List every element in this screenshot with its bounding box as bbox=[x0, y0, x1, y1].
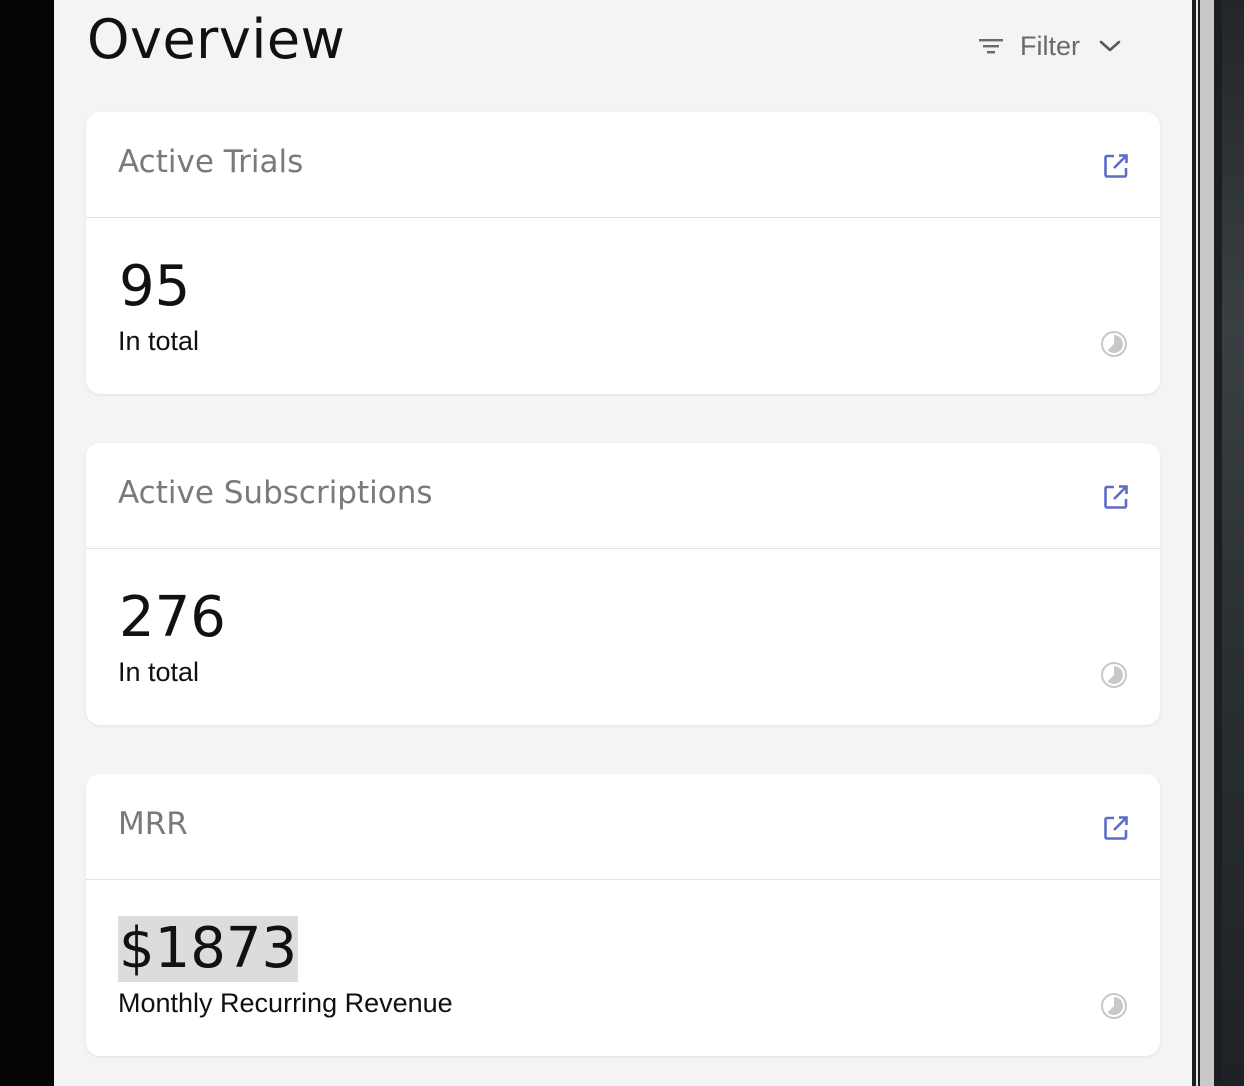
card-title: MRR bbox=[118, 806, 188, 842]
metric-caption: In total bbox=[118, 326, 200, 356]
card-body: $1873 Monthly Recurring Revenue bbox=[86, 880, 1160, 1056]
pie-chart-icon[interactable] bbox=[1100, 992, 1128, 1020]
window-edge bbox=[1192, 0, 1244, 1086]
metric-caption: Monthly Recurring Revenue bbox=[118, 988, 453, 1018]
background-scenery bbox=[1222, 0, 1244, 1086]
pie-chart-icon[interactable] bbox=[1100, 661, 1128, 689]
card-body: 95 In total bbox=[86, 218, 1160, 394]
metric-value-selected: $1873 bbox=[118, 916, 299, 982]
card-header: Active Subscriptions bbox=[86, 443, 1160, 549]
card-header: Active Trials bbox=[86, 112, 1160, 218]
open-in-new-icon[interactable] bbox=[1102, 483, 1130, 511]
filter-button[interactable]: Filter bbox=[974, 26, 1122, 66]
metric-value: 95 bbox=[119, 254, 191, 319]
left-background bbox=[0, 0, 54, 1086]
divider bbox=[1196, 0, 1198, 1086]
filter-label: Filter bbox=[1020, 30, 1080, 61]
card-active-subscriptions: Active Subscriptions 276 In total bbox=[86, 443, 1160, 725]
page-title: Overview bbox=[87, 8, 346, 71]
card-title: Active Trials bbox=[118, 144, 304, 180]
chevron-down-icon bbox=[1098, 34, 1122, 58]
scrollbar[interactable] bbox=[1200, 0, 1214, 1086]
card-header: MRR bbox=[86, 774, 1160, 880]
open-in-new-icon[interactable] bbox=[1102, 152, 1130, 180]
open-in-new-icon[interactable] bbox=[1102, 814, 1130, 842]
card-body: 276 In total bbox=[86, 549, 1160, 725]
pie-chart-icon[interactable] bbox=[1100, 330, 1128, 358]
card-active-trials: Active Trials 95 In total bbox=[86, 112, 1160, 394]
overview-panel: Overview Filter Active Trials 95 In tota… bbox=[54, 0, 1192, 1086]
filter-icon bbox=[974, 34, 1008, 58]
card-mrr: MRR $1873 Monthly Recurring Revenue bbox=[86, 774, 1160, 1056]
card-title: Active Subscriptions bbox=[118, 475, 433, 511]
metric-caption: In total bbox=[118, 657, 200, 687]
metric-value: 276 bbox=[119, 585, 226, 650]
